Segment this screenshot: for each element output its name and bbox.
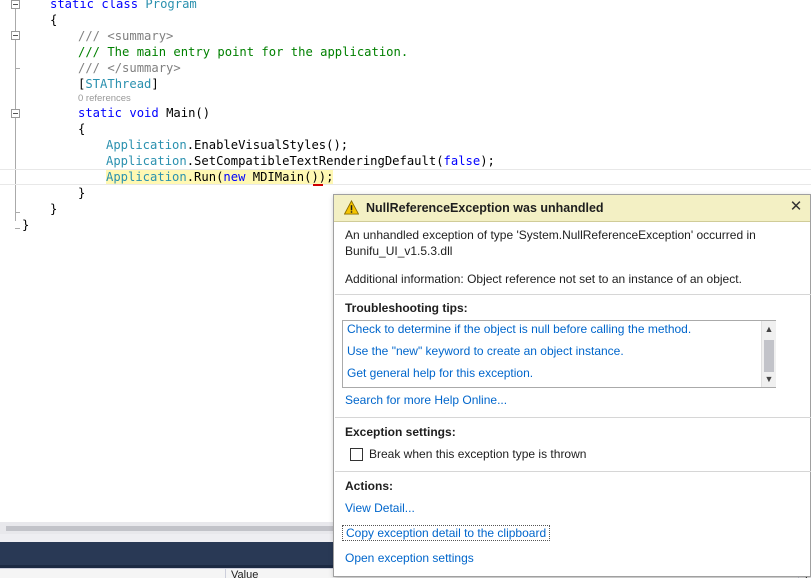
doc-tag: </summary> xyxy=(107,61,181,75)
method-call: .EnableVisualStyles(); xyxy=(186,138,349,152)
code-line: { xyxy=(0,121,811,137)
search-help-online-link[interactable]: Search for more Help Online... xyxy=(345,393,507,407)
codelens-references[interactable]: 0 references xyxy=(78,93,131,104)
scrollbar-thumb[interactable] xyxy=(764,340,774,372)
break-when-thrown-checkbox[interactable] xyxy=(350,448,363,461)
divider xyxy=(335,471,811,472)
close-icon[interactable]: ✕ xyxy=(788,198,804,216)
code-line: static class Program xyxy=(0,0,811,12)
class-name: Program xyxy=(145,0,197,11)
keyword: false xyxy=(443,154,481,168)
method-call: .Run( xyxy=(186,170,224,184)
doc-comment: /// xyxy=(78,29,101,43)
exception-header: NullReferenceException was unhandled ✕ xyxy=(334,195,810,222)
scroll-down-icon[interactable]: ▼ xyxy=(764,373,774,385)
actions-title: Actions: xyxy=(345,479,393,493)
bracket: ] xyxy=(151,77,159,91)
comment: /// The main entry point for the applica… xyxy=(78,45,409,59)
view-detail-link[interactable]: View Detail... xyxy=(345,501,415,515)
scroll-up-icon[interactable]: ▲ xyxy=(764,323,774,335)
current-statement-highlight: Application.Run(new MDIMain()); xyxy=(106,170,334,184)
doc-tag: <summary> xyxy=(107,29,174,43)
exception-settings-title: Exception settings: xyxy=(345,425,456,439)
code-line: static void Main() xyxy=(0,105,811,121)
code-line: Application.EnableVisualStyles(); xyxy=(0,137,811,153)
brace: } xyxy=(78,186,86,200)
constructor-call: MDIMain()); xyxy=(245,170,334,184)
brace: } xyxy=(22,218,30,232)
exception-title: NullReferenceException was unhandled xyxy=(366,201,604,215)
exception-description: An unhandled exception of type 'System.N… xyxy=(345,228,756,258)
divider xyxy=(335,417,811,418)
warning-icon xyxy=(344,200,359,215)
keyword: static class xyxy=(50,0,139,11)
type-name: Application xyxy=(106,138,187,152)
tips-scrollbar[interactable]: ▲ ▼ xyxy=(761,321,776,387)
type-name: Application xyxy=(106,170,187,184)
code-line: { xyxy=(0,12,811,28)
open-exception-settings-link[interactable]: Open exception settings xyxy=(345,551,474,565)
troubleshooting-title: Troubleshooting tips: xyxy=(345,301,468,315)
current-statement-line: Application.Run(new MDIMain()); xyxy=(0,169,811,185)
code-line: Application.SetCompatibleTextRenderingDe… xyxy=(0,153,811,169)
tip-link[interactable]: Check to determine if the object is null… xyxy=(347,322,691,336)
doc-comment: /// xyxy=(78,61,101,75)
keyword: static xyxy=(78,106,123,120)
method-name: Main() xyxy=(166,106,211,120)
keyword: void xyxy=(129,106,159,120)
additional-information: Additional information: Object reference… xyxy=(345,272,742,286)
attribute: STAThread xyxy=(85,77,152,91)
code-line: /// The main entry point for the applica… xyxy=(0,44,811,60)
brace: { xyxy=(78,122,86,136)
divider xyxy=(335,294,811,295)
troubleshooting-tips-list[interactable]: Check to determine if the object is null… xyxy=(342,320,776,388)
code-line: [STAThread] xyxy=(0,76,811,92)
break-when-thrown-label[interactable]: Break when this exception type is thrown xyxy=(369,447,586,461)
code-line: /// <summary> xyxy=(0,28,811,44)
punctuation: ); xyxy=(480,154,495,168)
tip-link[interactable]: Use the "new" keyword to create an objec… xyxy=(347,344,624,358)
scrollbar-thumb[interactable] xyxy=(6,526,336,531)
tip-link[interactable]: Get general help for this exception. xyxy=(347,366,533,380)
code-line: /// </summary> xyxy=(0,60,811,76)
brace: } xyxy=(50,202,58,216)
copy-exception-detail-link[interactable]: Copy exception detail to the clipboard xyxy=(342,525,551,541)
exception-helper: NullReferenceException was unhandled ✕ A… xyxy=(333,194,811,577)
method-call: .SetCompatibleTextRenderingDefault( xyxy=(186,154,444,168)
type-name: Application xyxy=(106,154,187,168)
keyword: new xyxy=(223,170,246,184)
brace: { xyxy=(50,13,58,27)
